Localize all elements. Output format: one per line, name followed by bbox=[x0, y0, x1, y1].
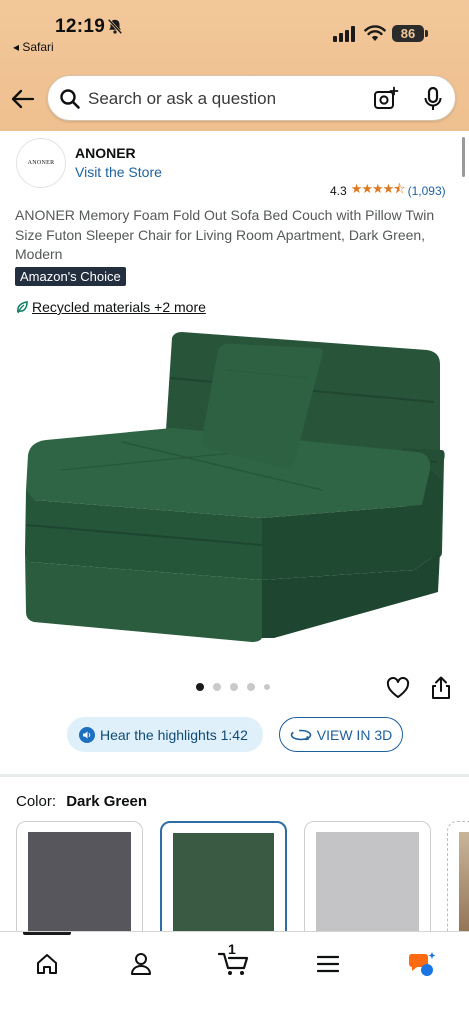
leaf-icon bbox=[17, 300, 28, 313]
rating-summary[interactable]: 4.3 ★★★★⯪ (1,093) bbox=[330, 180, 446, 202]
microphone-icon[interactable] bbox=[422, 86, 444, 112]
speaker-icon bbox=[79, 726, 95, 743]
cellular-signal-icon bbox=[333, 26, 355, 42]
battery-nub bbox=[425, 30, 428, 37]
pager-dot[interactable] bbox=[213, 683, 221, 691]
search-icon bbox=[60, 89, 80, 109]
scrollbar bbox=[462, 137, 465, 177]
active-tab-indicator bbox=[23, 932, 71, 935]
section-divider bbox=[0, 774, 469, 777]
header: 12:19 ◂ Safari 86 bbox=[0, 0, 469, 131]
review-count-link[interactable]: (1,093) bbox=[408, 184, 446, 198]
color-label: Color: bbox=[16, 793, 57, 810]
brand-logo[interactable]: ANONER bbox=[16, 138, 66, 188]
hear-highlights-label: Hear the highlights 1:42 bbox=[100, 726, 248, 743]
wifi-icon bbox=[364, 25, 386, 41]
tab-home[interactable] bbox=[27, 947, 67, 981]
camera-search-icon[interactable] bbox=[373, 86, 399, 112]
bottom-tab-bar: 1 bbox=[0, 931, 469, 1020]
back-arrow-icon[interactable] bbox=[10, 86, 36, 112]
color-selector-label: Color: Dark Green bbox=[16, 793, 147, 810]
visit-store-link[interactable]: Visit the Store bbox=[75, 164, 162, 180]
pager-dot[interactable] bbox=[264, 684, 270, 690]
amazons-choice-badge[interactable]: Amazon's Choice bbox=[15, 267, 126, 286]
tab-menu[interactable] bbox=[308, 947, 348, 981]
pager-dot[interactable] bbox=[196, 683, 204, 691]
product-title: ANONER Memory Foam Fold Out Sofa Bed Cou… bbox=[15, 207, 435, 262]
selected-color: Dark Green bbox=[66, 793, 148, 810]
view-in-3d-button[interactable]: VIEW IN 3D bbox=[279, 717, 403, 752]
home-icon bbox=[37, 954, 57, 974]
search-input[interactable] bbox=[88, 86, 358, 112]
sustainability-features[interactable]: Recycled materials +2 more bbox=[16, 299, 206, 315]
tab-cart[interactable]: 1 bbox=[214, 941, 254, 981]
menu-icon bbox=[317, 955, 339, 973]
star-rating-icon: ★★★★⯪ bbox=[350, 181, 406, 196]
search-bar[interactable] bbox=[47, 75, 456, 121]
product-page: 12:19 ◂ Safari 86 Search or ask a questi… bbox=[0, 0, 469, 1020]
battery-indicator: 86 bbox=[392, 25, 424, 42]
tab-account[interactable] bbox=[121, 947, 161, 981]
account-icon bbox=[131, 953, 151, 975]
share-icon[interactable] bbox=[430, 676, 452, 700]
status-time: 12:19 bbox=[55, 16, 106, 37]
hear-highlights-button[interactable]: Hear the highlights 1:42 bbox=[67, 717, 263, 752]
pager-dot[interactable] bbox=[230, 683, 238, 691]
rating-value: 4.3 bbox=[330, 184, 347, 198]
cart-count: 1 bbox=[228, 941, 236, 957]
rufus-assistant-icon bbox=[408, 952, 436, 976]
image-pager[interactable] bbox=[196, 683, 270, 691]
rotate-3d-icon bbox=[290, 729, 312, 740]
product-image[interactable] bbox=[22, 330, 448, 650]
view-in-3d-label: VIEW IN 3D bbox=[316, 726, 393, 743]
heart-icon[interactable] bbox=[386, 677, 410, 699]
back-to-safari[interactable]: ◂ Safari bbox=[13, 40, 54, 54]
bell-off-icon bbox=[107, 18, 123, 35]
tab-rufus[interactable] bbox=[402, 947, 442, 981]
sustainability-link[interactable]: Recycled materials +2 more bbox=[32, 299, 206, 315]
brand-name: ANONER bbox=[75, 145, 136, 161]
pager-dot[interactable] bbox=[247, 683, 255, 691]
